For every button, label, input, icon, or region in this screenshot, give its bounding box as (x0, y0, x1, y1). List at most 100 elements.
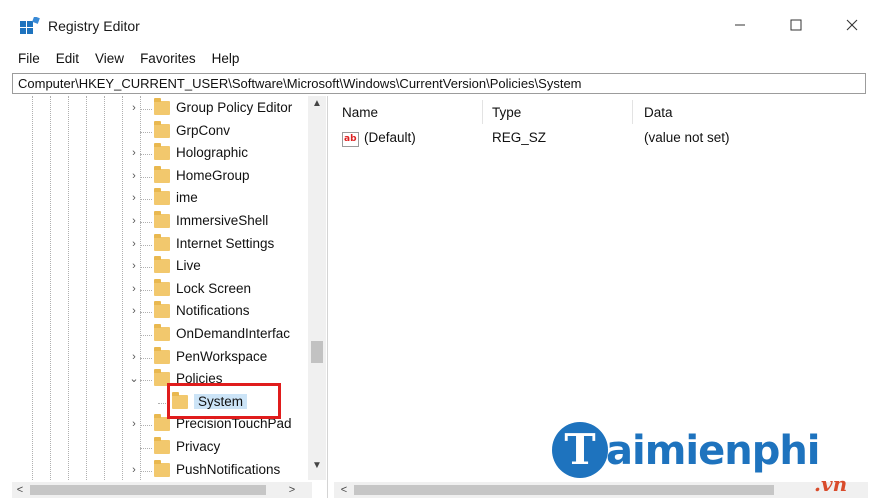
tree-connector (140, 357, 152, 359)
menu-edit[interactable]: Edit (56, 51, 79, 66)
tree-item-label: Internet Settings (176, 235, 275, 251)
menu-file[interactable]: File (18, 51, 40, 66)
chevron-right-icon[interactable]: › (128, 463, 140, 477)
column-header-name[interactable]: Name (342, 102, 378, 124)
minimize-button[interactable] (718, 10, 762, 40)
chevron-right-icon[interactable]: › (128, 146, 140, 160)
tree-connector (140, 335, 152, 336)
scroll-up-icon[interactable]: ▲ (308, 98, 326, 114)
tree-connector (140, 448, 152, 449)
chevron-right-icon[interactable]: › (128, 191, 140, 205)
tree-item[interactable]: › PenWorkspace (12, 346, 312, 369)
scroll-thumb[interactable] (311, 341, 323, 363)
maximize-button[interactable] (774, 10, 818, 40)
chevron-right-icon[interactable]: › (128, 417, 140, 431)
address-bar[interactable]: Computer\HKEY_CURRENT_USER\Software\Micr… (12, 73, 866, 94)
minimize-icon (735, 24, 745, 26)
tree-item-label: Group Policy Editor (176, 100, 293, 115)
folder-icon (154, 301, 170, 319)
tree-item[interactable]: › PushNotifications (12, 459, 312, 482)
tree-item[interactable]: › Live (12, 256, 312, 278)
folder-icon (154, 324, 170, 341)
folder-icon (154, 165, 170, 183)
tree-item-label: PushNotifications (176, 461, 281, 477)
close-icon (846, 19, 858, 31)
key-tree-pane[interactable]: › Group Policy Editor GrpConv › Holographic ›… (12, 96, 328, 498)
tree-connector (140, 470, 152, 472)
chevron-right-icon[interactable]: › (128, 304, 140, 318)
tree-item[interactable]: › Lock Screen (12, 278, 312, 301)
tree-item-label: Holographic (176, 145, 249, 161)
close-button[interactable] (830, 10, 870, 40)
tree-connector (140, 131, 152, 133)
tree-item[interactable]: › ime (12, 188, 312, 210)
chevron-right-icon[interactable]: › (128, 214, 140, 228)
tree-vertical-scrollbar[interactable]: ▲ ▼ (308, 96, 326, 480)
registry-editor-icon (20, 17, 40, 34)
tree-item[interactable]: › ImmersiveShell (12, 211, 312, 233)
value-type: REG_SZ (492, 130, 547, 145)
value-name[interactable]: (Default) (364, 130, 416, 145)
tree-item[interactable]: › HomeGroup (12, 165, 312, 188)
column-divider[interactable] (632, 100, 633, 124)
tree-item[interactable]: Privacy (12, 437, 312, 459)
window-title: Registry Editor (48, 18, 140, 34)
scroll-left-icon[interactable]: < (336, 482, 352, 498)
folder-icon (154, 278, 170, 296)
menu-view[interactable]: View (95, 51, 124, 66)
folder-icon (154, 143, 170, 161)
tree-item[interactable]: OnDemandInterfac (12, 324, 312, 346)
tree-item-label: GrpConv (176, 122, 231, 138)
menu-bar: File Edit View Favorites Help (0, 46, 870, 70)
chevron-right-icon[interactable]: › (128, 169, 140, 183)
folder-icon (154, 233, 170, 251)
tree-item-label: Live (176, 258, 201, 274)
column-header-data[interactable]: Data (644, 102, 673, 124)
column-divider[interactable] (482, 100, 483, 124)
tree-connector (140, 109, 152, 110)
tree-item-label: Lock Screen (176, 280, 252, 296)
scroll-thumb[interactable] (30, 485, 266, 495)
tree-item[interactable]: › Holographic (12, 143, 312, 165)
chevron-right-icon[interactable]: › (128, 350, 140, 364)
tree-horizontal-scrollbar[interactable]: < > (12, 482, 312, 498)
folder-icon (154, 346, 170, 364)
title-bar: Registry Editor (0, 0, 870, 44)
folder-icon (154, 188, 170, 206)
scroll-left-icon[interactable]: < (12, 482, 28, 498)
tree-connector (140, 199, 152, 201)
tree-item[interactable]: › Notifications (12, 301, 312, 323)
watermark-logo: T aimienphi .vn (552, 420, 868, 498)
folder-icon (154, 211, 170, 228)
column-header-type[interactable]: Type (492, 102, 521, 124)
tree-connector (140, 312, 152, 314)
scroll-down-icon[interactable]: ▼ (308, 460, 326, 476)
watermark-suffix: .vn (814, 472, 848, 496)
chevron-right-icon[interactable]: › (128, 237, 140, 251)
chevron-right-icon[interactable]: › (128, 282, 140, 296)
folder-icon (154, 437, 170, 454)
folder-icon (154, 98, 170, 115)
tree-item-label: PenWorkspace (176, 348, 268, 364)
tree-item-label: ImmersiveShell (176, 213, 269, 228)
tree-item[interactable]: › Group Policy Editor (12, 98, 312, 120)
tree-connector (140, 176, 152, 178)
scroll-right-icon[interactable]: > (284, 482, 300, 498)
watermark-brand: aimienphi (606, 428, 821, 474)
chevron-right-icon[interactable]: › (128, 259, 140, 273)
tree-item[interactable]: GrpConv (12, 120, 312, 143)
watermark-initial: T (552, 422, 608, 478)
maximize-icon (790, 19, 802, 31)
tree-item-label: Privacy (176, 439, 221, 454)
value-data: (value not set) (644, 130, 730, 145)
tree-item-label: Notifications (176, 303, 250, 319)
chevron-down-icon[interactable]: ⌄ (128, 372, 140, 386)
menu-favorites[interactable]: Favorites (140, 51, 196, 66)
string-value-icon: ab (342, 132, 359, 147)
chevron-right-icon[interactable]: › (128, 101, 140, 115)
tree-item[interactable]: › Internet Settings (12, 233, 312, 256)
tree-connector (140, 222, 152, 223)
tree-connector (140, 425, 152, 427)
tree-connector (140, 289, 152, 291)
menu-help[interactable]: Help (212, 51, 240, 66)
